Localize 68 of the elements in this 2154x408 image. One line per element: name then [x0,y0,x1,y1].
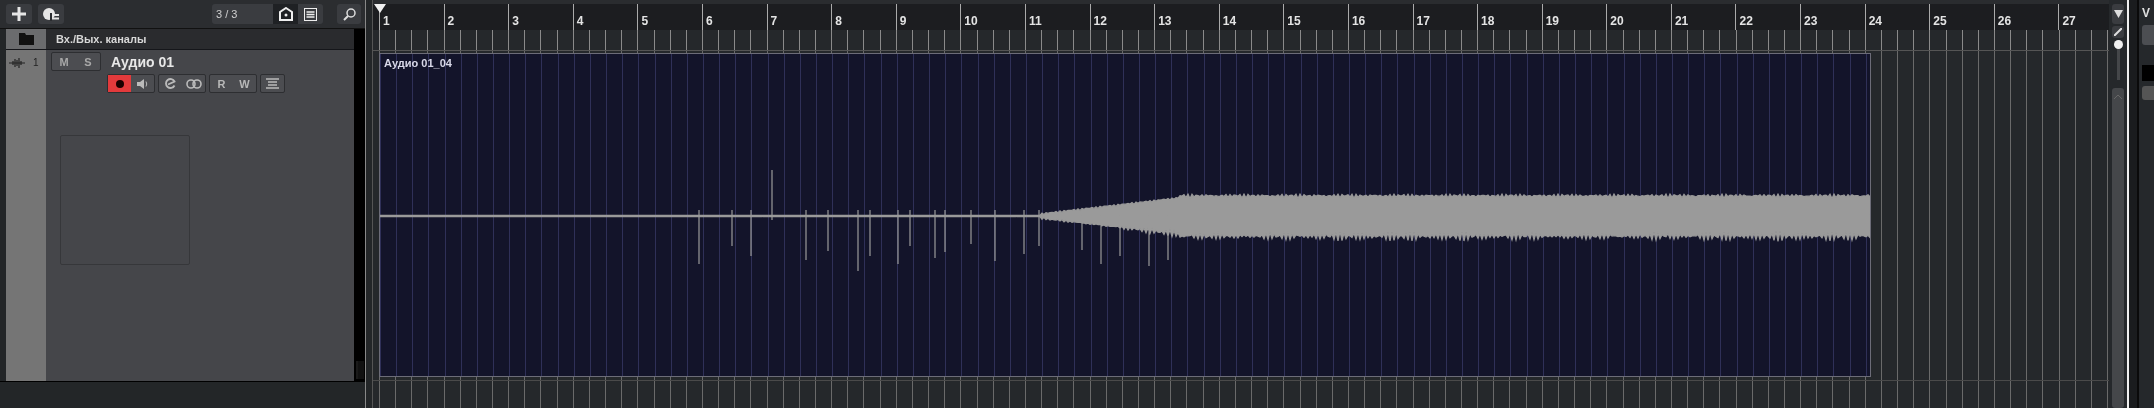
bar-number: 23 [1803,14,1818,30]
bar-number: 14 [1221,14,1237,30]
folder-track[interactable]: Вх./Вых. каналы [6,29,354,50]
bar-number: 9 [898,14,907,30]
bar-number: 22 [1738,14,1753,30]
pencil-button[interactable] [2112,26,2124,38]
bar-number: 11 [1027,14,1042,30]
add-track-button[interactable] [6,4,32,24]
write-button[interactable]: W [233,75,256,92]
lines-icon [266,78,279,89]
solo-button[interactable]: S [76,53,100,70]
track-name: Аудио 01 [111,53,175,70]
track-presets-button[interactable] [38,4,64,24]
bar-number: 7 [769,14,778,30]
record-icon [114,78,125,89]
speaker-icon [136,78,149,89]
waveform-icon [9,58,25,68]
bar-number: 5 [640,14,649,30]
bar-number: 26 [1996,14,2012,30]
read-button[interactable]: R [210,75,233,92]
plus-icon [12,7,26,21]
bar-number: 27 [2061,14,2076,30]
locator-marker[interactable] [374,4,386,14]
visibility-button[interactable] [273,4,298,24]
edit-icon [165,78,176,89]
slider-thumb[interactable] [2113,40,2123,49]
bar-number: 17 [1415,14,1430,30]
bar-ruler[interactable]: 1 2 3 4 5 6 7 8 9 10 11 12 13 14 15 16 17 18 19 20 21 22 23 24 25 26 27 [373,0,2109,30]
bar-number: 24 [1867,14,1882,30]
folder-track-name: Вх./Вых. каналы [55,32,147,47]
bar-number: 2 [446,14,455,30]
bar-number: 25 [1932,14,1947,30]
resize-handle[interactable] [355,361,364,379]
track-counter-field[interactable]: 3 / 3 [212,4,323,24]
list-icon [304,7,317,21]
down-triangle-icon [2113,10,2123,18]
color-swatch [2142,65,2154,81]
mute-button[interactable]: M [52,53,76,70]
bar-number: 21 [1673,14,1689,30]
bar-number: 1 [382,14,390,30]
search-icon [342,7,356,21]
track-number: 1 [33,58,39,68]
bar-number: 10 [963,14,978,30]
up-chevron-icon [2114,94,2122,99]
event-name: Аудио 01_04 [384,57,452,69]
bar-number: 8 [834,14,842,30]
folder-icon [18,33,34,45]
preset-icon [43,7,59,21]
search-button[interactable] [337,4,361,24]
bar-number: 6 [704,14,713,30]
zoom-slider[interactable] [2116,40,2120,80]
home-icon [278,7,293,21]
panel-title: V [2142,6,2150,20]
bar-number: 18 [1480,14,1495,30]
bar-number: 19 [1544,14,1560,30]
bar-number: 4 [575,14,584,30]
bar-number: 13 [1157,14,1172,30]
dropdown-button[interactable] [2112,4,2124,24]
record-button[interactable] [108,75,131,92]
bar-number: 20 [1609,14,1624,30]
bar-number: 3 [511,14,519,30]
panel-toggle[interactable] [2142,86,2154,100]
bar-number: 15 [1286,14,1301,30]
bar-number: 16 [1350,14,1366,30]
rings-icon [185,78,202,89]
audio-event[interactable]: Аудио 01_04 [379,53,1871,377]
bar-number: 12 [1092,14,1107,30]
pencil-icon [2114,28,2122,36]
